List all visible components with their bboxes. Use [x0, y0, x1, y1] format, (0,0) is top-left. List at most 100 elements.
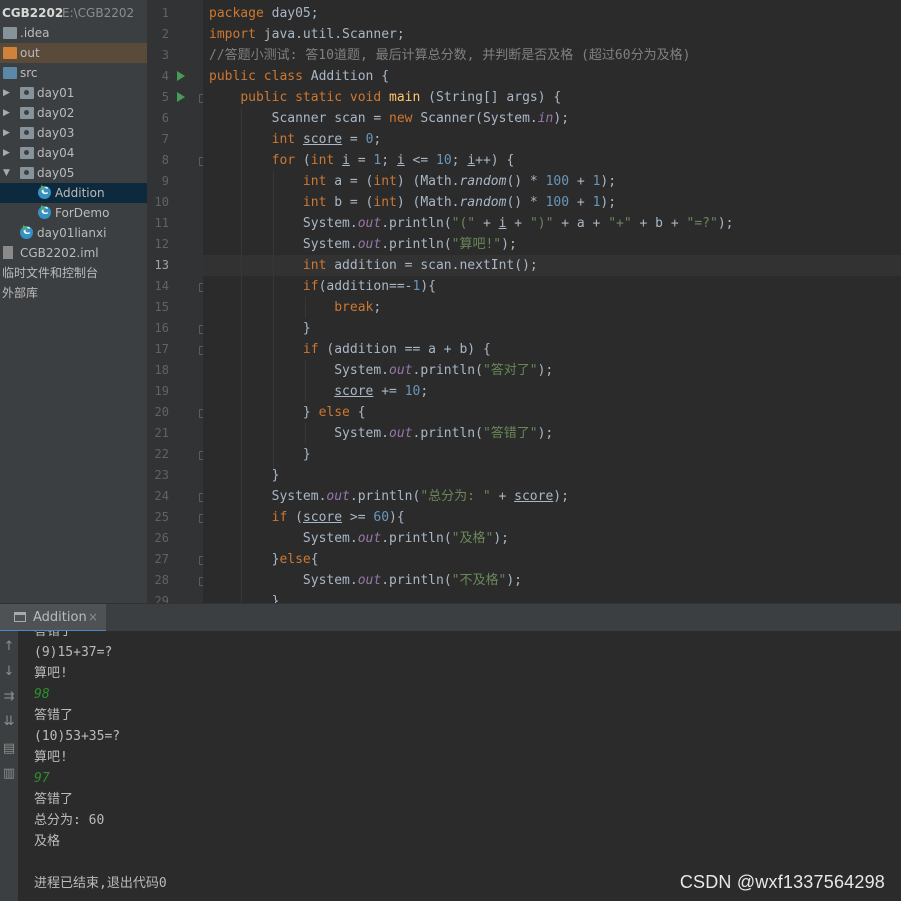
line-number: 16 — [154, 321, 169, 335]
soft-wrap-icon[interactable]: ⇉ — [1, 689, 17, 705]
chevron-down-icon[interactable]: ▼ — [3, 163, 13, 183]
code-line[interactable]: if (score >= 60){ — [209, 507, 405, 528]
code-line[interactable]: break; — [209, 297, 381, 318]
code-line[interactable]: public class Addition { — [209, 66, 389, 87]
line-number: 18 — [154, 363, 169, 377]
tree-item[interactable]: ▶ day01 — [0, 83, 147, 103]
code-line[interactable]: if (addition == a + b) { — [209, 339, 491, 360]
chevron-right-icon[interactable]: ▶ — [3, 83, 13, 103]
line-number: 10 — [154, 195, 169, 209]
code-line[interactable]: int b = (int) (Math.random() * 100 + 1); — [209, 192, 616, 213]
tree-item[interactable]: ▶ day03 — [0, 123, 147, 143]
project-root[interactable]: CGB2202 E:\CGB2202 — [0, 3, 147, 23]
tree-item[interactable]: CGB2202.iml — [0, 243, 147, 263]
line-number: 9 — [161, 174, 169, 188]
chevron-right-icon[interactable]: ▶ — [3, 143, 13, 163]
java-class-icon: C — [38, 205, 51, 219]
console-line: 进程已结束,退出代码0 — [34, 876, 167, 891]
code-line[interactable]: for (int i = 1; i <= 10; i++) { — [209, 150, 515, 171]
code-line[interactable]: System.out.println("算吧!"); — [209, 234, 517, 255]
code-editor[interactable]: package day05; import java.util.Scanner; /… — [203, 0, 901, 603]
close-icon[interactable]: × — [88, 604, 98, 631]
run-toolbar: ↑ ↓ ⇉ ⇊ ▤ ▥ — [0, 631, 18, 901]
console-user-input: 97 — [34, 771, 50, 786]
code-line[interactable]: } — [209, 444, 311, 465]
console-line: 及格 — [34, 834, 61, 849]
up-arrow-icon[interactable]: ↑ — [1, 639, 17, 655]
tree-item[interactable]: .idea — [0, 23, 147, 43]
code-line[interactable]: //答题小测试: 答10道题, 最后计算总分数, 并判断是否及格 (超过60分为… — [209, 45, 690, 66]
folder-icon — [3, 47, 17, 59]
code-line[interactable]: System.out.println("(" + i + ")" + a + "… — [209, 213, 734, 234]
scroll-to-end-icon[interactable]: ⇊ — [1, 714, 17, 730]
code-line[interactable]: Scanner scan = new Scanner(System.in); — [209, 108, 569, 129]
code-line[interactable]: public static void main (String[] args) … — [209, 87, 561, 108]
tree-item[interactable]: 外部库 — [0, 283, 147, 303]
code-line[interactable]: } — [209, 465, 280, 486]
tree-item[interactable]: out — [0, 43, 147, 63]
line-number: 7 — [161, 132, 169, 146]
code-line[interactable]: System.out.println("及格"); — [209, 528, 509, 549]
code-line[interactable]: System.out.println("答错了"); — [209, 423, 553, 444]
console-line: 答错了 — [34, 631, 74, 639]
code-line[interactable]: } else { — [209, 402, 366, 423]
line-number: 25 — [154, 510, 169, 524]
tree-item-label: day02 — [37, 106, 75, 120]
code-line[interactable]: if(addition==-1){ — [209, 276, 436, 297]
tree-item[interactable]: ▶ day04 — [0, 143, 147, 163]
code-line[interactable]: score += 10; — [209, 381, 428, 402]
console-icon — [14, 612, 26, 622]
line-number: 1 — [161, 6, 169, 20]
project-tool-window: CGB2202 E:\CGB2202 .idea out src ▶ day01 ▶ day… — [0, 0, 148, 603]
code-line[interactable]: int a = (int) (Math.random() * 100 + 1); — [209, 171, 616, 192]
tree-item[interactable]: ▶ day02 — [0, 103, 147, 123]
console-line: (9)15+37=? — [34, 645, 113, 660]
folder-icon — [3, 67, 17, 79]
print-icon[interactable]: ▤ — [1, 741, 17, 757]
code-line[interactable]: } — [209, 591, 280, 603]
tree-item-label: 外部库 — [2, 286, 39, 300]
code-line[interactable]: } — [209, 318, 311, 339]
line-number: 27 — [154, 552, 169, 566]
console-line: (10)53+35=? — [34, 729, 121, 744]
java-class-icon: C — [20, 225, 33, 239]
tree-item[interactable]: C ForDemo — [0, 203, 147, 223]
run-gutter-icon[interactable] — [177, 71, 185, 81]
tree-item-label: 临时文件和控制台 — [2, 266, 99, 280]
code-line[interactable]: import java.util.Scanner; — [209, 24, 405, 45]
run-gutter-icon[interactable] — [177, 92, 185, 102]
console-line: 答错了 — [34, 708, 74, 723]
console-output[interactable]: 答错了 (9)15+37=? 算吧! 98 答错了 (10)53+35=? 算吧! 97 答错了… — [18, 631, 901, 901]
code-line[interactable]: }else{ — [209, 549, 319, 570]
line-number: 19 — [154, 384, 169, 398]
code-line[interactable]: package day05; — [209, 3, 319, 24]
tree-item-label: ForDemo — [55, 206, 110, 220]
project-name: CGB2202 — [2, 6, 64, 20]
line-number: 2 — [161, 27, 169, 41]
code-line[interactable]: int addition = scan.nextInt(); — [209, 255, 538, 276]
console-user-input: 98 — [34, 687, 50, 702]
code-line[interactable]: System.out.println("总分为: " + score); — [209, 486, 569, 507]
tree-item[interactable]: 临时文件和控制台 — [0, 263, 147, 283]
tree-item[interactable]: src — [0, 63, 147, 83]
chevron-right-icon[interactable]: ▶ — [3, 103, 13, 123]
iml-file-icon — [3, 246, 13, 259]
tree-item[interactable]: Cday01lianxi — [0, 223, 147, 243]
tree-item-label: out — [20, 46, 40, 60]
tree-item-label: day01lianxi — [37, 226, 107, 240]
tree-item[interactable]: C Addition — [0, 183, 147, 203]
line-number: 20 — [154, 405, 169, 419]
line-number: 12 — [154, 237, 169, 251]
tree-item[interactable]: ▼ day05 — [0, 163, 147, 183]
trash-icon[interactable]: ▥ — [1, 766, 17, 782]
code-line[interactable]: System.out.println("不及格"); — [209, 570, 522, 591]
java-class-icon: C — [38, 185, 51, 199]
chevron-right-icon[interactable]: ▶ — [3, 123, 13, 143]
package-icon — [20, 127, 34, 139]
down-arrow-icon[interactable]: ↓ — [1, 664, 17, 680]
code-line[interactable]: int score = 0; — [209, 129, 382, 150]
project-path: E:\CGB2202 — [62, 6, 135, 20]
code-line[interactable]: System.out.println("答对了"); — [209, 360, 553, 381]
run-tab-addition[interactable]: Addition × — [0, 604, 106, 632]
line-number: 8 — [161, 153, 169, 167]
